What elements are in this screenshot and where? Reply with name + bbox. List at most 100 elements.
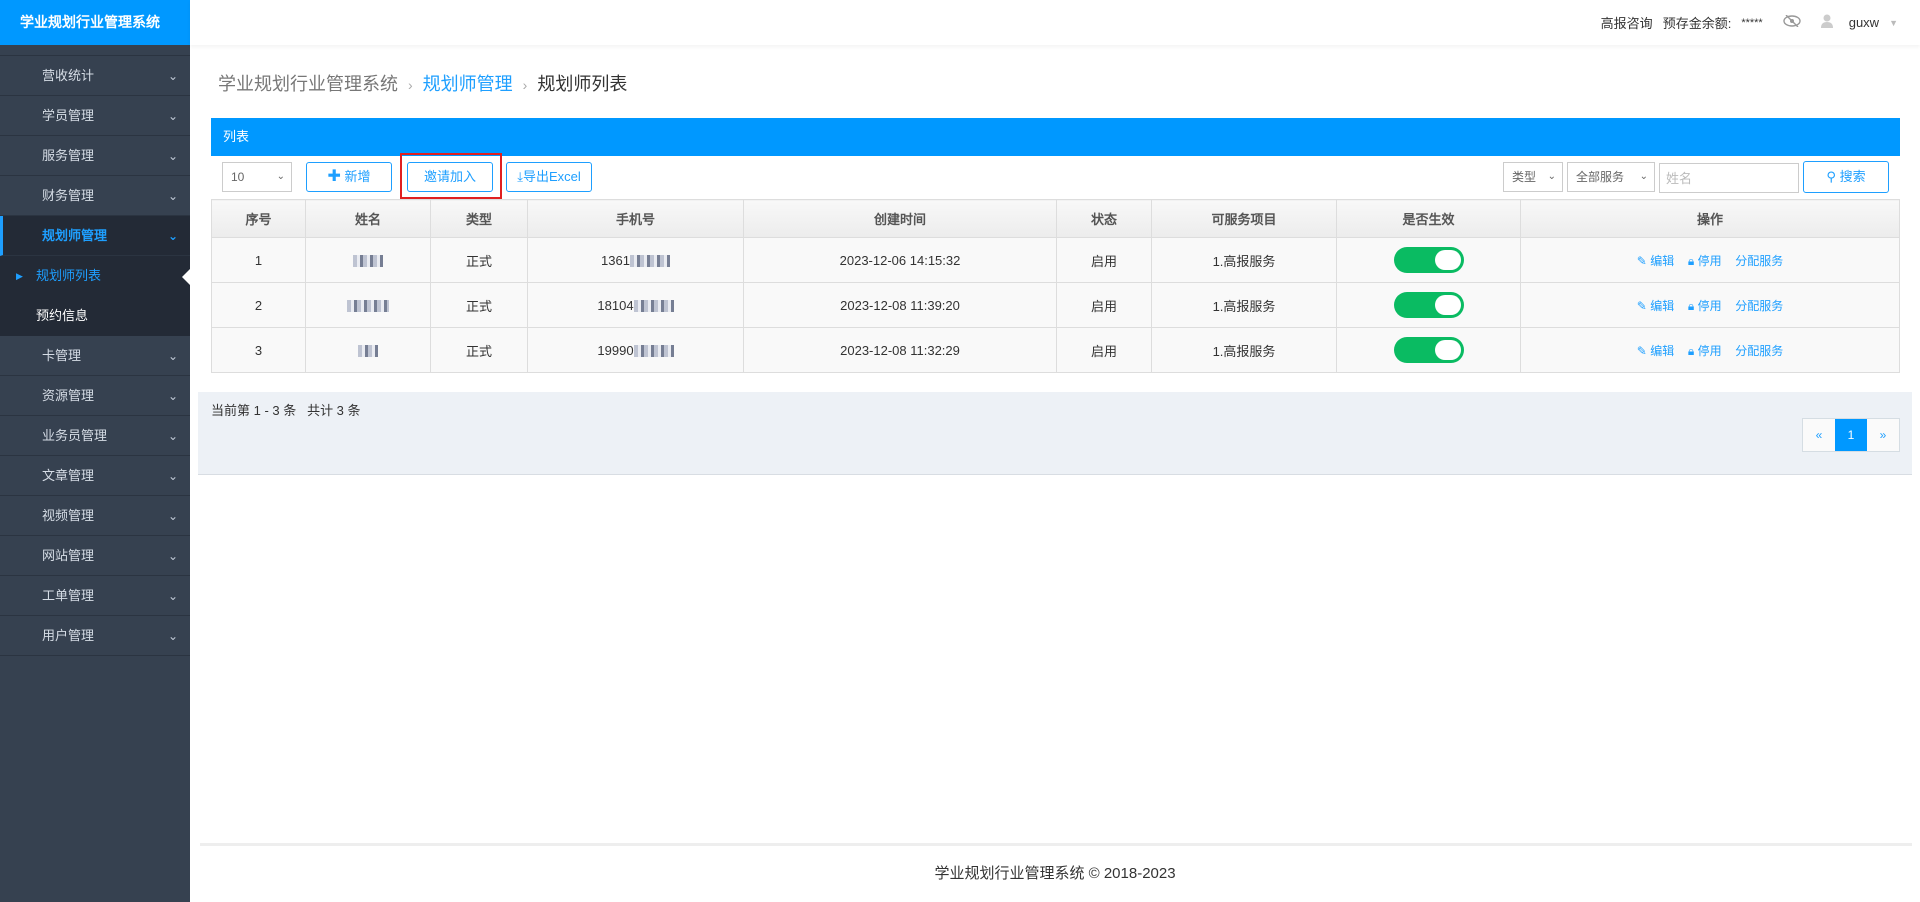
username[interactable]: guxw — [1849, 15, 1879, 30]
chevron-down-icon: ⌄ — [1639, 171, 1648, 182]
sidebar-item-label: 工单管理 — [42, 588, 95, 603]
cell-status: 启用 — [1056, 237, 1152, 283]
breadcrumb-root[interactable]: 学业规划行业管理系统 — [218, 74, 398, 94]
sidebar-item[interactable]: 资源管理 ⌄ — [0, 376, 190, 416]
sidebar-item[interactable]: 用户管理 ⌄ — [0, 616, 190, 656]
chevron-down-icon: ⌄ — [167, 509, 178, 523]
lock-icon: 🔒︎ — [1687, 343, 1695, 358]
column-header: 创建时间 — [743, 199, 1057, 238]
chevron-down-icon: ⌄ — [167, 549, 178, 563]
cell-actions: ✎ 编辑 🔒︎ 停用 分配服务 — [1520, 327, 1900, 373]
redacted-name — [358, 345, 378, 358]
prev-page-button[interactable]: « — [1803, 419, 1835, 451]
sidebar-item[interactable]: 网站管理 ⌄ — [0, 536, 190, 576]
name-search-input[interactable] — [1659, 163, 1799, 193]
breadcrumb-separator-icon: › — [522, 77, 528, 93]
sidebar-item[interactable]: 卡管理 ⌄ — [0, 336, 190, 376]
chevron-down-icon: ⌄ — [167, 349, 178, 363]
chevron-down-icon: ⌄ — [167, 429, 178, 443]
sidebar-subitem-label: 预约信息 — [36, 308, 89, 323]
sidebar-item[interactable]: 规划师管理 ⌄ — [0, 216, 190, 256]
assign-service-link[interactable]: 分配服务 — [1735, 344, 1783, 358]
sidebar-item[interactable]: 营收统计 ⌄ — [0, 56, 190, 96]
sidebar-item-label: 服务管理 — [42, 148, 95, 163]
pencil-icon: ✎ — [1636, 298, 1647, 313]
assign-service-link[interactable]: 分配服务 — [1735, 254, 1783, 268]
column-header: 手机号 — [527, 199, 744, 238]
page-size-value: 10 — [231, 170, 245, 184]
search-button[interactable]: ⚲ 搜索 — [1803, 161, 1889, 193]
sidebar-item[interactable]: 服务管理 ⌄ — [0, 136, 190, 176]
column-header: 序号 — [211, 199, 306, 238]
user-avatar-icon — [1820, 14, 1833, 31]
assign-service-link[interactable]: 分配服务 — [1735, 299, 1783, 313]
cell-created: 2023-12-08 11:39:20 — [743, 282, 1057, 328]
disable-link[interactable]: 🔒︎ 停用 — [1688, 254, 1722, 268]
export-excel-button[interactable]: ⤓导出Excel — [506, 162, 592, 192]
column-header: 姓名 — [305, 199, 431, 238]
search-label: 搜索 — [1839, 169, 1866, 184]
table-header-row: 序号 姓名 类型 手机号 创建时间 状态 可服务项目 是否生效 操作 — [211, 199, 1900, 238]
cell-service: 1.高报服务 — [1151, 282, 1337, 328]
sidebar-item[interactable]: 财务管理 ⌄ — [0, 176, 190, 216]
cell-type: 正式 — [430, 327, 528, 373]
footer: 学业规划行业管理系统 © 2018-2023 — [934, 865, 1176, 882]
cell-name — [305, 327, 431, 373]
disable-label: 停用 — [1697, 298, 1722, 313]
balance-label: 预存金余额: — [1662, 16, 1732, 31]
sidebar-item[interactable]: 业务员管理 ⌄ — [0, 416, 190, 456]
page-size-select[interactable]: 10 ⌄ — [222, 162, 292, 192]
chevron-down-icon: ⌄ — [167, 229, 178, 243]
redacted-phone — [633, 345, 674, 358]
disable-link[interactable]: 🔒︎ 停用 — [1688, 344, 1722, 358]
sidebar-item[interactable]: 工单管理 ⌄ — [0, 576, 190, 616]
balance-value: ***** — [1741, 16, 1763, 29]
cell-no: 3 — [211, 327, 306, 373]
panel-title: 列表 — [211, 118, 1900, 156]
edit-link[interactable]: ✎ 编辑 — [1637, 299, 1674, 313]
sidebar-item-label: 业务员管理 — [42, 428, 108, 443]
column-header: 操作 — [1520, 199, 1900, 238]
sidebar-item-label: 营收统计 — [42, 68, 95, 83]
cell-phone: 1361 — [527, 237, 744, 283]
sidebar-item-label: 网站管理 — [42, 548, 95, 563]
cell-no: 2 — [211, 282, 306, 328]
cell-phone: 18104 — [527, 282, 744, 328]
sidebar-item-label: 视频管理 — [42, 508, 95, 523]
enabled-toggle[interactable] — [1393, 337, 1464, 363]
consult-link[interactable]: 高报咨询 — [1601, 13, 1653, 32]
sidebar-subitem[interactable]: 预约信息 — [0, 296, 190, 336]
cell-created: 2023-12-08 11:32:29 — [743, 327, 1057, 373]
service-select[interactable]: 全部服务 ⌄ — [1567, 162, 1655, 192]
edit-link[interactable]: ✎ 编辑 — [1637, 344, 1674, 358]
sidebar-item[interactable]: 学员管理 ⌄ — [0, 96, 190, 136]
breadcrumb-section[interactable]: 规划师管理 — [423, 74, 513, 94]
edit-link[interactable]: ✎ 编辑 — [1637, 254, 1674, 268]
sidebar-item[interactable]: 文章管理 ⌄ — [0, 456, 190, 496]
eye-hidden-icon[interactable] — [1783, 14, 1801, 30]
sidebar-subitem[interactable]: ▶ 规划师列表 — [0, 256, 191, 296]
lock-icon: 🔒︎ — [1687, 298, 1695, 313]
pagination-info: 当前第 1 - 3 条 共计 3 条 — [211, 403, 361, 418]
chevron-down-icon: ⌄ — [167, 389, 178, 403]
redacted-name — [347, 300, 389, 313]
caret-down-icon[interactable]: ▼ — [1889, 18, 1898, 28]
page-1-button[interactable]: 1 — [1835, 419, 1867, 451]
chevron-down-icon: ⌄ — [276, 171, 285, 182]
redacted-name — [353, 255, 383, 268]
next-page-button[interactable]: » — [1867, 419, 1899, 451]
chevron-down-icon: ⌄ — [167, 589, 178, 603]
add-label: 新增 — [344, 169, 371, 184]
enabled-toggle[interactable] — [1393, 247, 1464, 273]
cell-enabled — [1336, 327, 1521, 373]
redacted-phone — [633, 300, 674, 313]
disable-link[interactable]: 🔒︎ 停用 — [1688, 299, 1722, 313]
disable-label: 停用 — [1697, 253, 1722, 268]
breadcrumb-separator-icon: › — [408, 77, 413, 93]
type-select[interactable]: 类型 ⌄ — [1503, 162, 1563, 192]
service-select-value: 全部服务 — [1576, 170, 1625, 184]
column-header: 状态 — [1056, 199, 1152, 238]
add-button[interactable]: ✚ 新增 — [306, 162, 392, 192]
sidebar-item[interactable]: 视频管理 ⌄ — [0, 496, 190, 536]
enabled-toggle[interactable] — [1393, 292, 1464, 318]
